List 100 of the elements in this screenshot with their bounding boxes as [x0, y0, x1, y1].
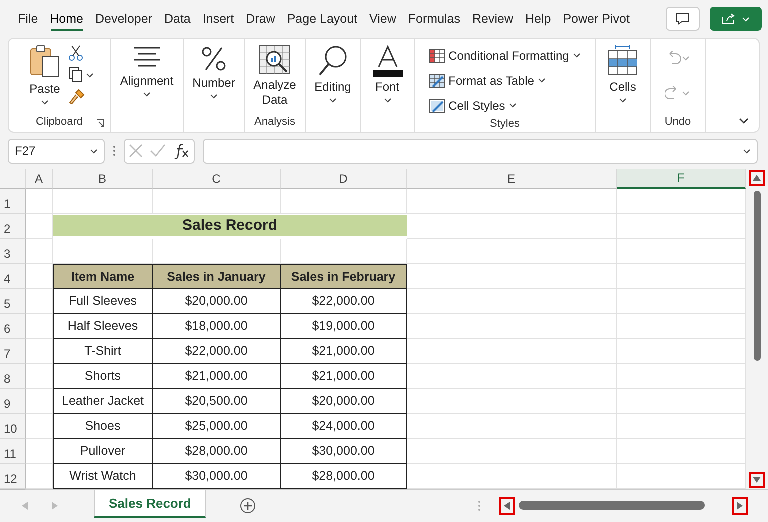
function-icon[interactable] — [174, 143, 190, 159]
ribbon-button[interactable]: Cells — [604, 43, 642, 105]
grid-cell[interactable] — [407, 214, 617, 239]
table-cell: $20,500.00 — [153, 389, 281, 414]
grid-cell[interactable] — [26, 439, 53, 464]
row-header[interactable]: 9 — [0, 389, 26, 414]
analyze-data-icon — [259, 45, 291, 75]
formula-input[interactable] — [203, 138, 758, 164]
ribbon-button[interactable]: Editing — [310, 43, 356, 105]
row-header[interactable]: 12 — [0, 464, 26, 489]
ribbon-button[interactable]: Paste — [25, 43, 65, 107]
grid-cell[interactable] — [26, 314, 53, 339]
copy-icon[interactable] — [69, 67, 83, 83]
paintbrush-icon[interactable] — [69, 89, 85, 105]
group-label: Styles — [490, 118, 520, 130]
ribbon-button[interactable]: Conditional Formatting — [426, 43, 584, 68]
scroll-right-icon[interactable] — [737, 502, 743, 510]
ribbon-tab[interactable]: Formulas — [402, 0, 466, 38]
row-header[interactable]: 4 — [0, 264, 26, 289]
caret-icon — [86, 72, 94, 78]
ribbon-tab[interactable]: Home — [44, 0, 90, 38]
group-label: Clipboard — [36, 116, 84, 128]
dialog-launcher-icon[interactable] — [96, 119, 106, 128]
grid-cell[interactable] — [26, 289, 53, 314]
grid-cell[interactable] — [407, 339, 617, 364]
grid-cell[interactable] — [407, 314, 617, 339]
ribbon-button[interactable]: Analyze Data — [250, 43, 300, 110]
row-header[interactable]: 6 — [0, 314, 26, 339]
ribbon-button[interactable]: Alignment — [116, 43, 178, 99]
scrollbar-thumb[interactable] — [519, 501, 706, 510]
select-all-corner[interactable] — [0, 169, 26, 189]
grid-cell[interactable] — [53, 189, 153, 214]
grid-cell[interactable] — [26, 239, 53, 264]
scrollbar-thumb[interactable] — [754, 191, 760, 361]
table-cell: $20,000.00 — [281, 389, 407, 414]
grid-cell[interactable] — [153, 189, 281, 214]
table-header: Item Name — [53, 264, 153, 289]
grid-cell[interactable] — [407, 239, 617, 264]
scroll-down-icon[interactable] — [753, 477, 761, 483]
comments-button[interactable] — [666, 7, 700, 31]
grid-cell[interactable] — [26, 339, 53, 364]
grid-cell[interactable] — [26, 364, 53, 389]
ribbon-tab[interactable]: Review — [466, 0, 520, 38]
ribbon-tab[interactable]: Power Pivot — [557, 0, 636, 38]
grid-cell[interactable] — [407, 389, 617, 414]
previous-sheet-icon[interactable] — [22, 502, 28, 510]
table-cell: $21,000.00 — [281, 339, 407, 364]
table-cell: Leather Jacket — [53, 389, 153, 414]
column-header[interactable]: F — [617, 169, 746, 189]
grid-cell[interactable] — [407, 439, 617, 464]
ribbon-button[interactable]: Cell Styles — [426, 93, 584, 118]
row-header[interactable]: 3 — [0, 239, 26, 264]
scroll-left-icon[interactable] — [504, 502, 510, 510]
ribbon-button[interactable]: Font — [368, 43, 408, 105]
ribbon-tab[interactable]: Developer — [90, 0, 158, 38]
column-header[interactable]: C — [153, 169, 281, 189]
column-header[interactable]: E — [407, 169, 617, 189]
ribbon-tab[interactable]: Data — [158, 0, 197, 38]
share-icon — [722, 13, 736, 25]
caret-icon — [742, 16, 750, 22]
grid-cell[interactable] — [281, 189, 407, 214]
ribbon-tab[interactable]: Insert — [196, 0, 240, 38]
ribbon-tab[interactable]: View — [364, 0, 402, 38]
scroll-up-icon[interactable] — [753, 175, 761, 181]
grid-cell[interactable] — [407, 264, 617, 289]
caret-icon — [90, 148, 98, 154]
ribbon-tab[interactable]: Draw — [240, 0, 282, 38]
column-header[interactable]: B — [53, 169, 153, 189]
ribbon-tab[interactable]: Help — [520, 0, 558, 38]
column-header[interactable]: D — [281, 169, 407, 189]
scissors-icon[interactable] — [69, 45, 83, 61]
grid-cell[interactable] — [407, 414, 617, 439]
ribbon-button[interactable]: Format as Table — [426, 68, 584, 93]
grid-cell[interactable] — [26, 389, 53, 414]
grid-cell[interactable] — [407, 289, 617, 314]
ribbon-button[interactable]: Number — [188, 43, 240, 101]
column-header[interactable]: A — [26, 169, 53, 189]
row-header[interactable]: 10 — [0, 414, 26, 439]
collapse-chevron-icon[interactable] — [739, 118, 749, 124]
font-a-icon — [372, 45, 404, 77]
table-cell: $28,000.00 — [153, 439, 281, 464]
row-header[interactable]: 11 — [0, 439, 26, 464]
row-header[interactable]: 5 — [0, 289, 26, 314]
ribbon-tab[interactable]: Page Layout — [281, 0, 364, 38]
row-header[interactable]: 2 — [0, 214, 26, 239]
grid-cell[interactable] — [26, 414, 53, 439]
add-sheet-icon[interactable] — [240, 498, 256, 514]
next-sheet-icon[interactable] — [52, 502, 58, 510]
row-header[interactable]: 8 — [0, 364, 26, 389]
name-box[interactable]: F27 — [8, 138, 105, 164]
ribbon-tab[interactable]: File — [12, 0, 44, 38]
row-header[interactable]: 7 — [0, 339, 26, 364]
row-header[interactable]: 1 — [0, 189, 26, 214]
grid-cell[interactable] — [26, 189, 53, 214]
share-button[interactable] — [710, 7, 762, 31]
close-icon[interactable] — [128, 144, 143, 158]
grid-cell[interactable] — [407, 364, 617, 389]
sheet-tab[interactable]: Sales Record — [94, 490, 206, 518]
grid-cell[interactable] — [407, 189, 617, 214]
checkmark-icon[interactable] — [150, 144, 166, 158]
